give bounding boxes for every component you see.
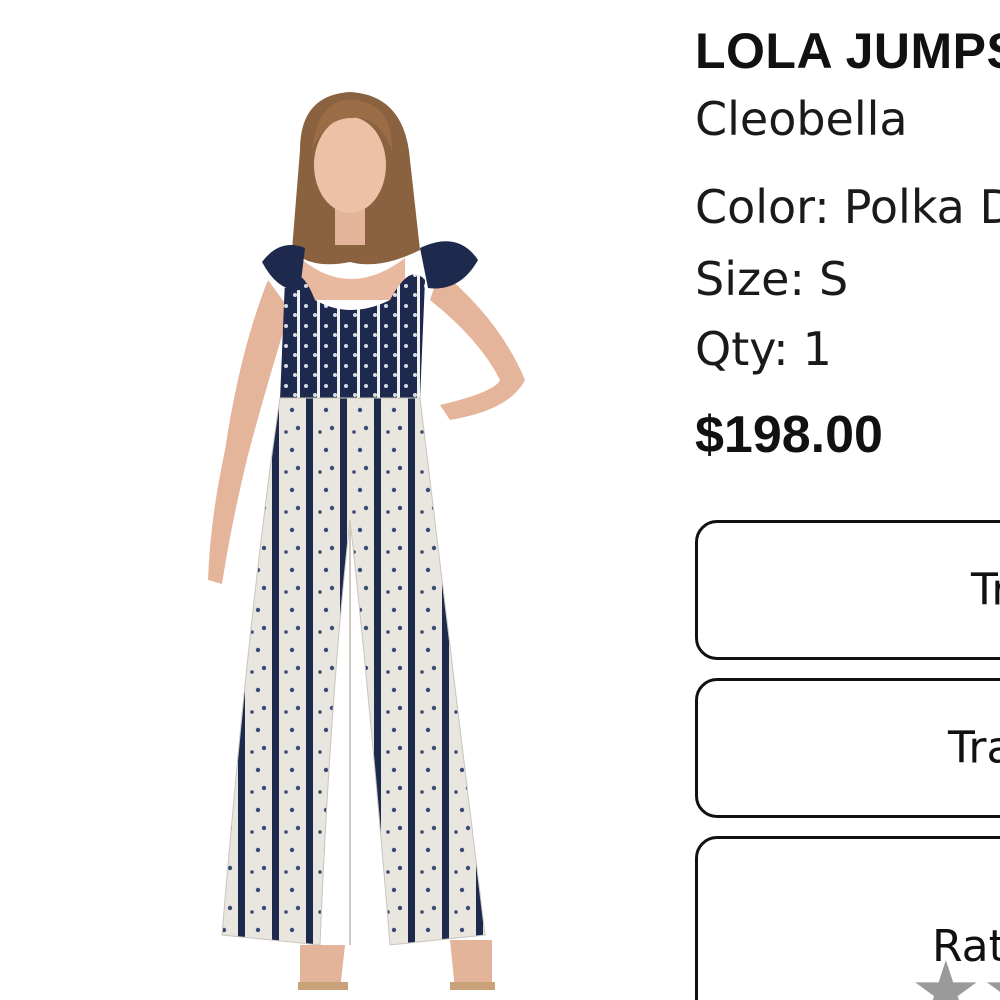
product-title: LOLA JUMPSUIT <box>695 23 1000 79</box>
qty-row: Qty: 1 <box>695 322 832 376</box>
qty-value: 1 <box>802 322 832 376</box>
color-value: Polka Dot Stripe <box>843 180 1000 234</box>
product-image[interactable] <box>0 0 660 1000</box>
action-button-1[interactable]: Track <box>695 520 1000 660</box>
rating-stars[interactable]: ★★ <box>910 951 1000 1000</box>
action-button-1-label: Track <box>971 564 1000 616</box>
action-button-2-label: Track <box>948 722 1000 774</box>
action-button-2[interactable]: Track <box>695 678 1000 818</box>
product-price: $198.00 <box>695 406 883 464</box>
size-label: Size: <box>695 252 805 306</box>
color-label: Color: <box>695 180 830 234</box>
size-row: Size: S <box>695 252 848 306</box>
qty-label: Qty: <box>695 322 789 376</box>
star-icon[interactable]: ★ <box>982 951 1000 1000</box>
color-row: Color:Polka Dot Stripe <box>695 180 1000 234</box>
product-info-panel: LOLA JUMPSUIT Cleobella Color:Polka Dot … <box>695 0 1000 1000</box>
model-illustration <box>208 92 525 990</box>
rate-button[interactable]: Rate ★★ <box>695 836 1000 1000</box>
product-brand[interactable]: Cleobella <box>695 92 908 146</box>
star-icon[interactable]: ★ <box>910 951 982 1000</box>
size-value: S <box>818 252 849 306</box>
